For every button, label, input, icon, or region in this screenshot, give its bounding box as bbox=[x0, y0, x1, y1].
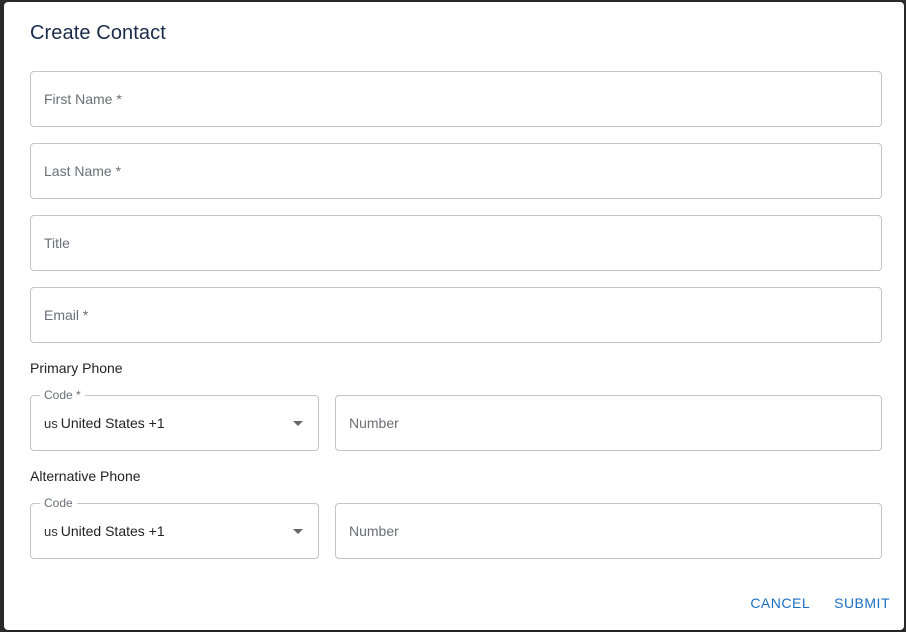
dialog-title: Create Contact bbox=[30, 22, 166, 44]
cancel-button[interactable]: CANCEL bbox=[750, 595, 810, 611]
primary-phone-code-text: United States +1 bbox=[60, 415, 165, 431]
last-name-field[interactable]: Last Name * bbox=[30, 143, 882, 199]
create-contact-dialog: Create Contact First Name * Last Name * … bbox=[4, 2, 904, 630]
country-flag-code: us bbox=[44, 524, 58, 539]
primary-phone-number-placeholder: Number bbox=[349, 415, 399, 431]
dropdown-arrow-icon[interactable] bbox=[293, 421, 303, 426]
submit-button[interactable]: SUBMIT bbox=[834, 595, 890, 611]
country-flag-code: us bbox=[44, 416, 58, 431]
first-name-placeholder: First Name * bbox=[44, 91, 122, 107]
email-field[interactable]: Email * bbox=[30, 287, 882, 343]
primary-phone-code-label: Code * bbox=[40, 388, 85, 402]
primary-phone-code-select[interactable]: Code * us United States +1 bbox=[30, 388, 319, 451]
alternative-phone-number-placeholder: Number bbox=[349, 523, 399, 539]
last-name-placeholder: Last Name * bbox=[44, 163, 122, 179]
primary-phone-label: Primary Phone bbox=[30, 360, 123, 376]
dialog-actions: CANCEL SUBMIT bbox=[750, 595, 890, 611]
primary-phone-code-value: us United States +1 bbox=[44, 415, 165, 431]
alternative-phone-code-text: United States +1 bbox=[60, 523, 165, 539]
primary-phone-number-field[interactable]: Number bbox=[335, 395, 882, 451]
alternative-phone-number-field[interactable]: Number bbox=[335, 503, 882, 559]
dropdown-arrow-icon[interactable] bbox=[293, 529, 303, 534]
alternative-phone-code-select[interactable]: Code us United States +1 bbox=[30, 496, 319, 559]
alternative-phone-code-value: us United States +1 bbox=[44, 523, 165, 539]
email-placeholder: Email * bbox=[44, 307, 89, 323]
title-field[interactable]: Title bbox=[30, 215, 882, 271]
alternative-phone-label: Alternative Phone bbox=[30, 468, 141, 484]
first-name-field[interactable]: First Name * bbox=[30, 71, 882, 127]
title-placeholder: Title bbox=[44, 235, 70, 251]
alternative-phone-code-label: Code bbox=[40, 496, 77, 510]
